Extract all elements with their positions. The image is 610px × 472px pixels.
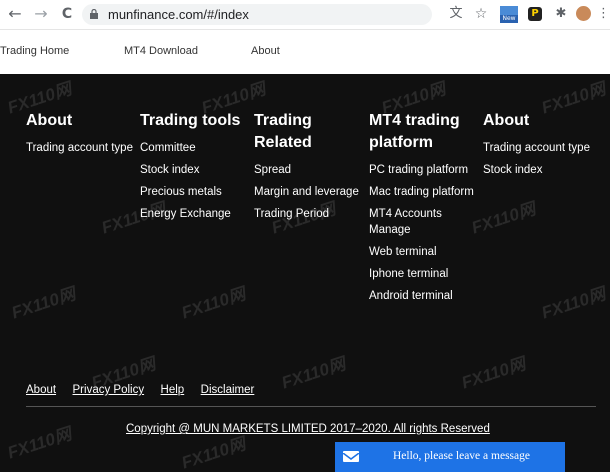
- star-icon[interactable]: ☆: [473, 6, 489, 22]
- browser-toolbar: ← → C munfinance.com/#/index ⽂ ☆ New P ✱…: [0, 0, 610, 30]
- watermark: FX110网: [179, 434, 248, 472]
- footer-link[interactable]: Energy Exchange: [140, 206, 252, 222]
- address-bar[interactable]: munfinance.com/#/index: [82, 4, 432, 25]
- footer-link[interactable]: Stock index: [140, 162, 252, 178]
- footer-column-about: About Trading account type: [26, 110, 140, 162]
- puzzle-icon[interactable]: ✱: [553, 6, 569, 22]
- footer-link[interactable]: Iphone terminal: [369, 266, 481, 282]
- watermark: FX110网: [539, 284, 608, 323]
- new-badge: New: [500, 15, 518, 23]
- footer-column-trading-related: Trading Related Spread Margin and levera…: [254, 110, 366, 228]
- menu-dots-icon[interactable]: ⋮: [597, 6, 610, 22]
- footer-link[interactable]: Stock index: [483, 162, 608, 178]
- watermark: FX110网: [459, 354, 528, 393]
- footer: FX110网 FX110网 FX110网 FX110网 FX110网 FX110…: [0, 74, 610, 472]
- footer-divider: [26, 406, 596, 407]
- footer-column-about-2: About Trading account type Stock index: [483, 110, 608, 184]
- footer-link[interactable]: Committee: [140, 140, 252, 156]
- footer-link[interactable]: Web terminal: [369, 244, 481, 260]
- column-title: About: [26, 112, 73, 129]
- privacy-policy-link[interactable]: Privacy Policy: [73, 384, 145, 396]
- envelope-icon: [342, 451, 360, 462]
- column-title: Trading tools: [140, 112, 241, 129]
- footer-link[interactable]: Mac trading platform: [369, 184, 481, 200]
- footer-column-mt4-platform: MT4 trading platform PC trading platform…: [369, 110, 481, 310]
- watermark: FX110网: [179, 284, 248, 323]
- footer-link[interactable]: Precious metals: [140, 184, 252, 200]
- chat-widget[interactable]: Hello, please leave a message: [335, 442, 565, 472]
- footer-column-trading-tools: Trading tools Committee Stock index Prec…: [140, 110, 252, 228]
- footer-link[interactable]: Trading account type: [483, 140, 608, 156]
- nav-mt4-download[interactable]: MT4 Download: [124, 45, 198, 57]
- watermark: FX110网: [279, 354, 348, 393]
- column-title: About: [483, 112, 530, 129]
- help-link[interactable]: Help: [161, 384, 185, 396]
- site-nav: Trading Home MT4 Download About: [0, 30, 610, 74]
- back-arrow-icon[interactable]: ←: [6, 5, 24, 23]
- extension-new-icon[interactable]: New: [500, 6, 518, 23]
- about-link[interactable]: About: [26, 384, 56, 396]
- footer-link[interactable]: PC trading platform: [369, 162, 481, 178]
- footer-bottom-links: About Privacy Policy Help Disclaimer: [26, 380, 266, 398]
- column-title: MT4 trading platform: [369, 112, 460, 151]
- footer-link[interactable]: Android terminal: [369, 288, 481, 304]
- watermark: FX110网: [5, 424, 74, 463]
- translate-icon[interactable]: ⽂: [448, 6, 464, 22]
- footer-link[interactable]: Trading account type: [26, 140, 140, 156]
- extension-p-icon[interactable]: P: [527, 6, 543, 22]
- footer-link[interactable]: Spread: [254, 162, 366, 178]
- copyright-text: Copyright @ MUN MARKETS LIMITED 2017–202…: [126, 423, 490, 435]
- reload-icon[interactable]: C: [58, 5, 76, 23]
- lock-icon: [90, 9, 98, 19]
- nav-trading-home[interactable]: Trading Home: [0, 45, 69, 57]
- nav-about[interactable]: About: [251, 45, 280, 57]
- chat-text: Hello, please leave a message: [393, 450, 530, 462]
- footer-link[interactable]: Trading Period: [254, 206, 366, 222]
- disclaimer-link[interactable]: Disclaimer: [201, 384, 255, 396]
- column-title: Trading Related: [254, 112, 312, 151]
- footer-link[interactable]: Margin and leverage: [254, 184, 366, 200]
- forward-arrow-icon[interactable]: →: [32, 5, 50, 23]
- watermark: FX110网: [9, 284, 78, 323]
- profile-avatar[interactable]: [576, 6, 592, 22]
- footer-link[interactable]: MT4 Accounts Manage: [369, 206, 464, 238]
- url-text: munfinance.com/#/index: [108, 7, 249, 22]
